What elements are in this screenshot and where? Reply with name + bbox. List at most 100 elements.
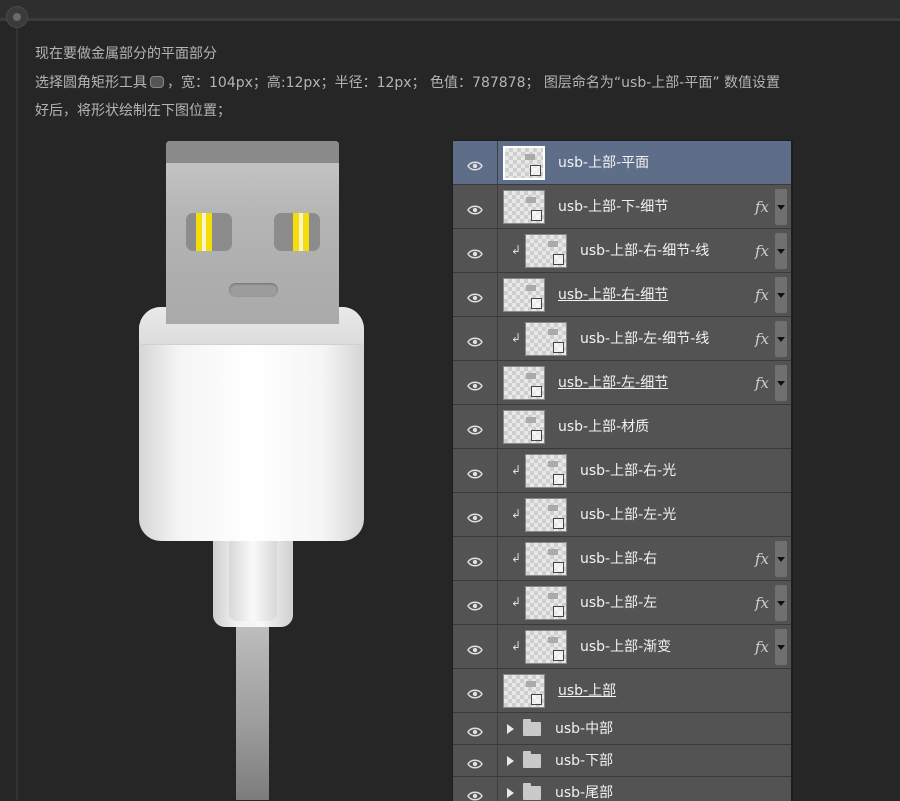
thumbnail-shape [548, 241, 558, 247]
visibility-column [453, 317, 498, 360]
expand-effects-icon[interactable] [775, 629, 787, 665]
layer-row[interactable]: ↲ usb-上部-右 fx [453, 537, 791, 581]
layer-row[interactable]: usb-上部 [453, 669, 791, 713]
layer-name[interactable]: usb-上部-下-细节 [558, 185, 668, 229]
clipping-mask-icon: ↲ [511, 550, 522, 565]
eye-icon[interactable] [467, 333, 483, 346]
group-name[interactable]: usb-尾部 [555, 777, 613, 801]
eye-icon[interactable] [467, 377, 483, 390]
layer-name[interactable]: usb-上部-平面 [558, 141, 649, 185]
eye-icon[interactable] [467, 509, 483, 522]
layer-row[interactable]: usb-上部-下-细节 fx [453, 185, 791, 229]
eye-icon[interactable] [467, 289, 483, 302]
fx-icon[interactable]: fx [755, 537, 769, 581]
expand-effects-icon[interactable] [775, 233, 787, 269]
layer-thumbnail[interactable] [525, 630, 567, 664]
eye-icon[interactable] [467, 723, 483, 736]
thumbnail-shape [548, 593, 558, 599]
expand-triangle-icon[interactable] [507, 755, 514, 766]
layer-name[interactable]: usb-上部-左 [580, 581, 657, 625]
vector-mask-icon [531, 210, 542, 221]
visibility-column [453, 493, 498, 536]
layer-name[interactable]: usb-上部-右 [580, 537, 657, 581]
layer-thumbnail[interactable] [525, 586, 567, 620]
expand-triangle-icon[interactable] [507, 723, 514, 734]
vector-mask-icon [553, 606, 564, 617]
eye-icon[interactable] [467, 465, 483, 478]
vector-mask-icon [531, 694, 542, 705]
expand-effects-icon[interactable] [775, 277, 787, 313]
layer-thumbnail[interactable] [525, 454, 567, 488]
eye-icon[interactable] [467, 597, 483, 610]
eye-icon[interactable] [467, 641, 483, 654]
thumbnail-shape [525, 154, 535, 160]
layer-thumbnail[interactable] [503, 366, 545, 400]
fx-icon[interactable]: fx [755, 361, 769, 405]
layer-row[interactable]: ↲ usb-上部-左 fx [453, 581, 791, 625]
group-name[interactable]: usb-中部 [555, 713, 613, 745]
layer-row[interactable]: usb-上部-右-细节 fx [453, 273, 791, 317]
visibility-column [453, 745, 498, 776]
eye-icon[interactable] [467, 685, 483, 698]
eye-icon[interactable] [467, 553, 483, 566]
thumbnail-shape [548, 637, 558, 643]
fx-icon[interactable]: fx [755, 185, 769, 229]
layer-row[interactable]: usb-上部-左-细节 fx [453, 361, 791, 405]
folder-icon [523, 750, 541, 768]
eye-icon[interactable] [467, 421, 483, 434]
eye-icon[interactable] [467, 157, 483, 170]
fx-icon[interactable]: fx [755, 273, 769, 317]
fx-icon[interactable]: fx [755, 625, 769, 669]
usb-cable [236, 627, 269, 800]
layer-row[interactable]: ↲ usb-上部-右-细节-线 fx [453, 229, 791, 273]
layer-name[interactable]: usb-上部-渐变 [580, 625, 671, 669]
vector-mask-icon [553, 254, 564, 265]
layer-name[interactable]: usb-上部-材质 [558, 405, 649, 449]
layer-thumbnail[interactable] [525, 234, 567, 268]
layer-name[interactable]: usb-上部-左-光 [580, 493, 676, 537]
vector-mask-icon [553, 562, 564, 573]
expand-effects-icon[interactable] [775, 365, 787, 401]
layer-row[interactable]: ↲ usb-上部-右-光 [453, 449, 791, 493]
layer-name[interactable]: usb-上部-左-细节 [558, 361, 668, 405]
eye-icon[interactable] [467, 245, 483, 258]
expand-effects-icon[interactable] [775, 321, 787, 357]
fx-icon[interactable]: fx [755, 581, 769, 625]
expand-triangle-icon[interactable] [507, 787, 514, 798]
layer-thumbnail[interactable] [503, 410, 545, 444]
group-name[interactable]: usb-下部 [555, 745, 613, 777]
usb-slot-left [186, 213, 232, 251]
eye-icon[interactable] [467, 755, 483, 768]
layer-group-row[interactable]: usb-中部 [453, 713, 791, 745]
layer-name[interactable]: usb-上部-右-细节-线 [580, 229, 709, 273]
layer-thumbnail[interactable] [525, 542, 567, 576]
vector-mask-icon [531, 386, 542, 397]
vector-mask-icon [531, 298, 542, 309]
layer-group-row[interactable]: usb-尾部 [453, 777, 791, 801]
layer-row[interactable]: usb-上部-材质 [453, 405, 791, 449]
layer-name[interactable]: usb-上部-左-细节-线 [580, 317, 709, 361]
layer-thumbnail[interactable] [503, 278, 545, 312]
layer-name[interactable]: usb-上部-右-细节 [558, 273, 668, 317]
layer-thumbnail[interactable] [503, 146, 545, 180]
layer-row[interactable]: ↲ usb-上部-渐变 fx [453, 625, 791, 669]
fx-icon[interactable]: fx [755, 317, 769, 361]
layer-thumbnail[interactable] [503, 674, 545, 708]
layer-name[interactable]: usb-上部-右-光 [580, 449, 676, 493]
layer-row[interactable]: ↲ usb-上部-左-光 [453, 493, 791, 537]
layer-row[interactable]: usb-上部-平面 [453, 141, 791, 185]
clipping-mask-icon: ↲ [511, 594, 522, 609]
layer-group-row[interactable]: usb-下部 [453, 745, 791, 777]
usb-metal-top [166, 141, 339, 163]
layer-thumbnail[interactable] [525, 498, 567, 532]
expand-effects-icon[interactable] [775, 189, 787, 225]
expand-effects-icon[interactable] [775, 585, 787, 621]
eye-icon[interactable] [467, 201, 483, 214]
layer-name[interactable]: usb-上部 [558, 669, 616, 713]
eye-icon[interactable] [467, 787, 483, 800]
layer-thumbnail[interactable] [525, 322, 567, 356]
fx-icon[interactable]: fx [755, 229, 769, 273]
layer-row[interactable]: ↲ usb-上部-左-细节-线 fx [453, 317, 791, 361]
layer-thumbnail[interactable] [503, 190, 545, 224]
expand-effects-icon[interactable] [775, 541, 787, 577]
